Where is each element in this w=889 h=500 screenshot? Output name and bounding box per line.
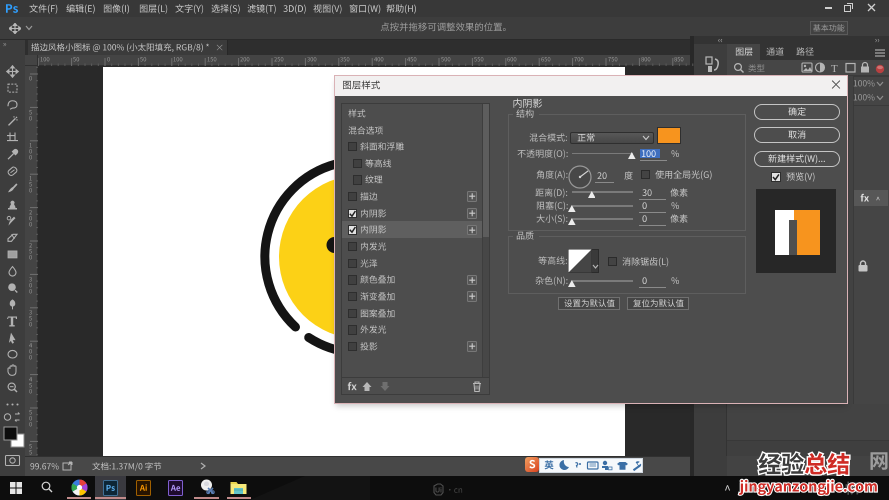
svg-text:Ui: Ui [435,488,442,495]
svg-text:T: T [831,63,838,75]
